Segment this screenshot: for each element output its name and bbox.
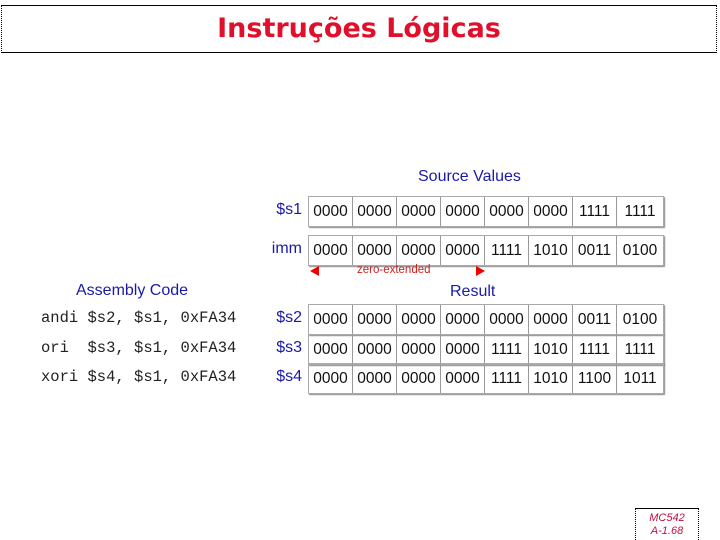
assembly-instruction: ori $s3, $s1, 0xFA34 [41, 339, 237, 357]
register-label: $s4 [276, 368, 302, 385]
page-title: Instruções Lógicas [217, 13, 501, 44]
bit-nibble-cell: 0000 [397, 236, 441, 265]
bit-nibble-cell: 1111 [485, 335, 529, 364]
bit-nibble-cell: 0000 [353, 197, 397, 226]
bit-nibble-cell: 1100 [573, 364, 617, 393]
bit-nibble-cell: 0000 [441, 305, 485, 334]
bit-nibble-cell: 0100 [622, 242, 658, 259]
bit-nibble-cell: 0000 [397, 197, 441, 226]
bit-nibble-cell: 0000 [441, 236, 485, 265]
source-values-header: Source Values [418, 168, 521, 185]
bit-nibble-cell: 0000 [309, 197, 353, 226]
assembly-instruction: xori $s4, $s1, 0xFA34 [41, 368, 237, 386]
assembly-instruction: andi $s2, $s1, 0xFA34 [41, 309, 237, 327]
page-number: A-1.68 [650, 525, 684, 537]
register-label: $s3 [276, 339, 302, 356]
result-header: Result [450, 283, 496, 300]
left-arrow-icon [310, 266, 319, 276]
zero-extended-marker: zero-extended [310, 264, 485, 278]
bit-nibble-cell: 0000 [353, 364, 397, 393]
bit-nibble-cell: 1011 [623, 370, 657, 387]
bit-nibble-cell: 1111 [573, 335, 617, 364]
register-label: $s1 [276, 201, 302, 218]
bit-nibble-cell: 1010 [529, 364, 573, 393]
bit-nibble-cell: 1111 [485, 236, 529, 265]
bit-nibble-cell: 0011 [573, 236, 617, 265]
bit-nibble-cell: 0000 [441, 364, 485, 393]
register-label: imm [271, 240, 302, 257]
zero-extended-label: zero-extended [357, 264, 431, 276]
result-row: 0000 0000 0000 0000 0000 0000 0011 0100 [308, 304, 664, 335]
bit-nibble-cell: 1010 [529, 236, 573, 265]
result-row: 0000 0000 0000 0000 1111 1010 1111 1111 [308, 334, 664, 365]
bit-nibble-cell: 1111 [485, 364, 529, 393]
bit-nibble-cell: 0000 [309, 364, 353, 393]
bit-nibble-cell: 1111 [624, 203, 656, 220]
title-bar: Instruções Lógicas [1, 5, 717, 53]
bit-nibble-cell: 0000 [485, 197, 529, 226]
bit-nibble-cell: 0000 [353, 305, 397, 334]
bit-nibble-cell: 0000 [529, 305, 573, 334]
assembly-code-header: Assembly Code [76, 282, 189, 299]
bit-nibble-cell: 0011 [573, 305, 617, 334]
bit-nibble-cell: 1010 [529, 335, 573, 364]
bit-nibble-cell: 0000 [397, 364, 441, 393]
bit-nibble-cell: 1111 [573, 197, 617, 226]
course-code: MC542 [649, 512, 685, 524]
bit-nibble-cell: 0000 [529, 197, 573, 226]
source-row: 0000 0000 0000 0000 1111 1010 0011 0100 [308, 235, 664, 266]
bit-nibble-cell: 0100 [622, 311, 658, 328]
slide-footer: MC542 A-1.68 [635, 508, 699, 540]
bit-nibble-cell: 0000 [441, 197, 485, 226]
bit-nibble-cell: 0000 [309, 236, 353, 265]
bit-nibble-cell: 0000 [485, 305, 529, 334]
register-label: $s2 [276, 309, 302, 326]
bit-nibble-cell: 0000 [353, 335, 397, 364]
bit-nibble-cell: 0000 [353, 236, 397, 265]
bit-nibble-cell: 1111 [624, 341, 656, 358]
bit-nibble-cell: 0000 [397, 305, 441, 334]
bit-nibble-cell: 0000 [309, 305, 353, 334]
bit-nibble-cell: 0000 [397, 335, 441, 364]
right-arrow-icon [476, 266, 485, 276]
source-row: 0000 0000 0000 0000 0000 0000 1111 1111 [308, 196, 664, 227]
bit-nibble-cell: 0000 [441, 335, 485, 364]
result-row: 0000 0000 0000 0000 1111 1010 1100 1011 [308, 363, 664, 394]
bit-nibble-cell: 0000 [309, 335, 353, 364]
